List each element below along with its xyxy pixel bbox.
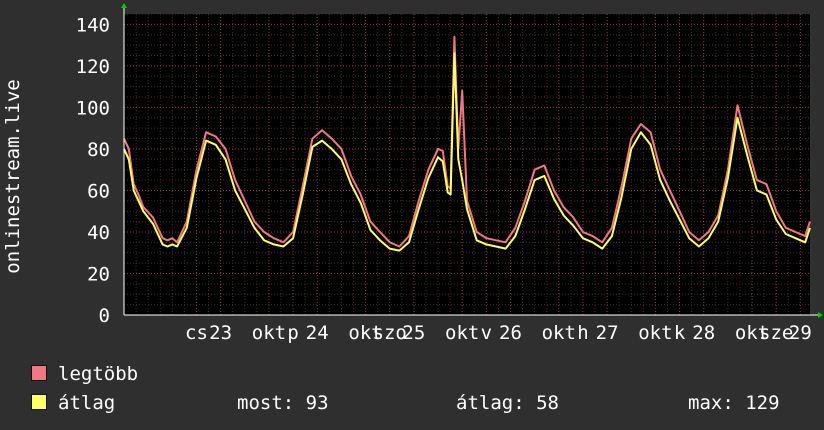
- x-tick-label: 23: [209, 322, 232, 344]
- x-tick-label: k: [674, 322, 686, 344]
- x-tick-label: okt: [252, 322, 286, 344]
- x-tick-label: 28: [692, 322, 715, 344]
- legend-item-max: legtöbb: [31, 363, 138, 385]
- stat-current: most: 93: [237, 392, 329, 414]
- y-tick-label: 140: [76, 14, 110, 36]
- x-tick-label: 25: [402, 322, 425, 344]
- legend-swatch-avg: [31, 394, 47, 410]
- chart: 0 20 40 60 80 100 120 140 cs 23 okt p 24 okt szo 25 okt v…: [0, 0, 824, 430]
- x-tick-label: v: [481, 322, 492, 344]
- legend-label-avg: átlag: [58, 392, 116, 414]
- y-tick-label: 100: [76, 97, 110, 119]
- x-tick-label: cs: [185, 322, 208, 344]
- x-tick-label: h: [577, 322, 588, 344]
- y-tick-label: 20: [87, 263, 110, 285]
- legend-swatch-max: [31, 365, 47, 381]
- stat-maximum: max: 129: [688, 392, 780, 414]
- x-tick-label: 26: [499, 322, 522, 344]
- y-tick-label: 80: [87, 139, 110, 161]
- x-tick-label: p: [287, 322, 298, 344]
- y-axis-label: onlinestream.live: [2, 79, 24, 273]
- y-tick-label: 60: [87, 180, 110, 202]
- stat-average: átlag: 58: [456, 392, 559, 414]
- x-axis-arrow: [818, 312, 823, 318]
- y-axis-arrow: [121, 3, 127, 8]
- y-tick-label: 40: [87, 222, 110, 244]
- x-tick-label: 24: [306, 322, 329, 344]
- y-tick-label: 0: [99, 305, 110, 327]
- legend-label-max: legtöbb: [58, 363, 139, 385]
- x-tick-label: 27: [596, 322, 619, 344]
- x-tick-label: okt: [445, 322, 479, 344]
- x-tick-label: okt: [638, 322, 672, 344]
- x-tick-label: okt: [542, 322, 576, 344]
- x-tick-label: 29: [789, 322, 812, 344]
- legend-item-avg: átlag: [31, 392, 115, 414]
- y-tick-label: 120: [76, 56, 110, 78]
